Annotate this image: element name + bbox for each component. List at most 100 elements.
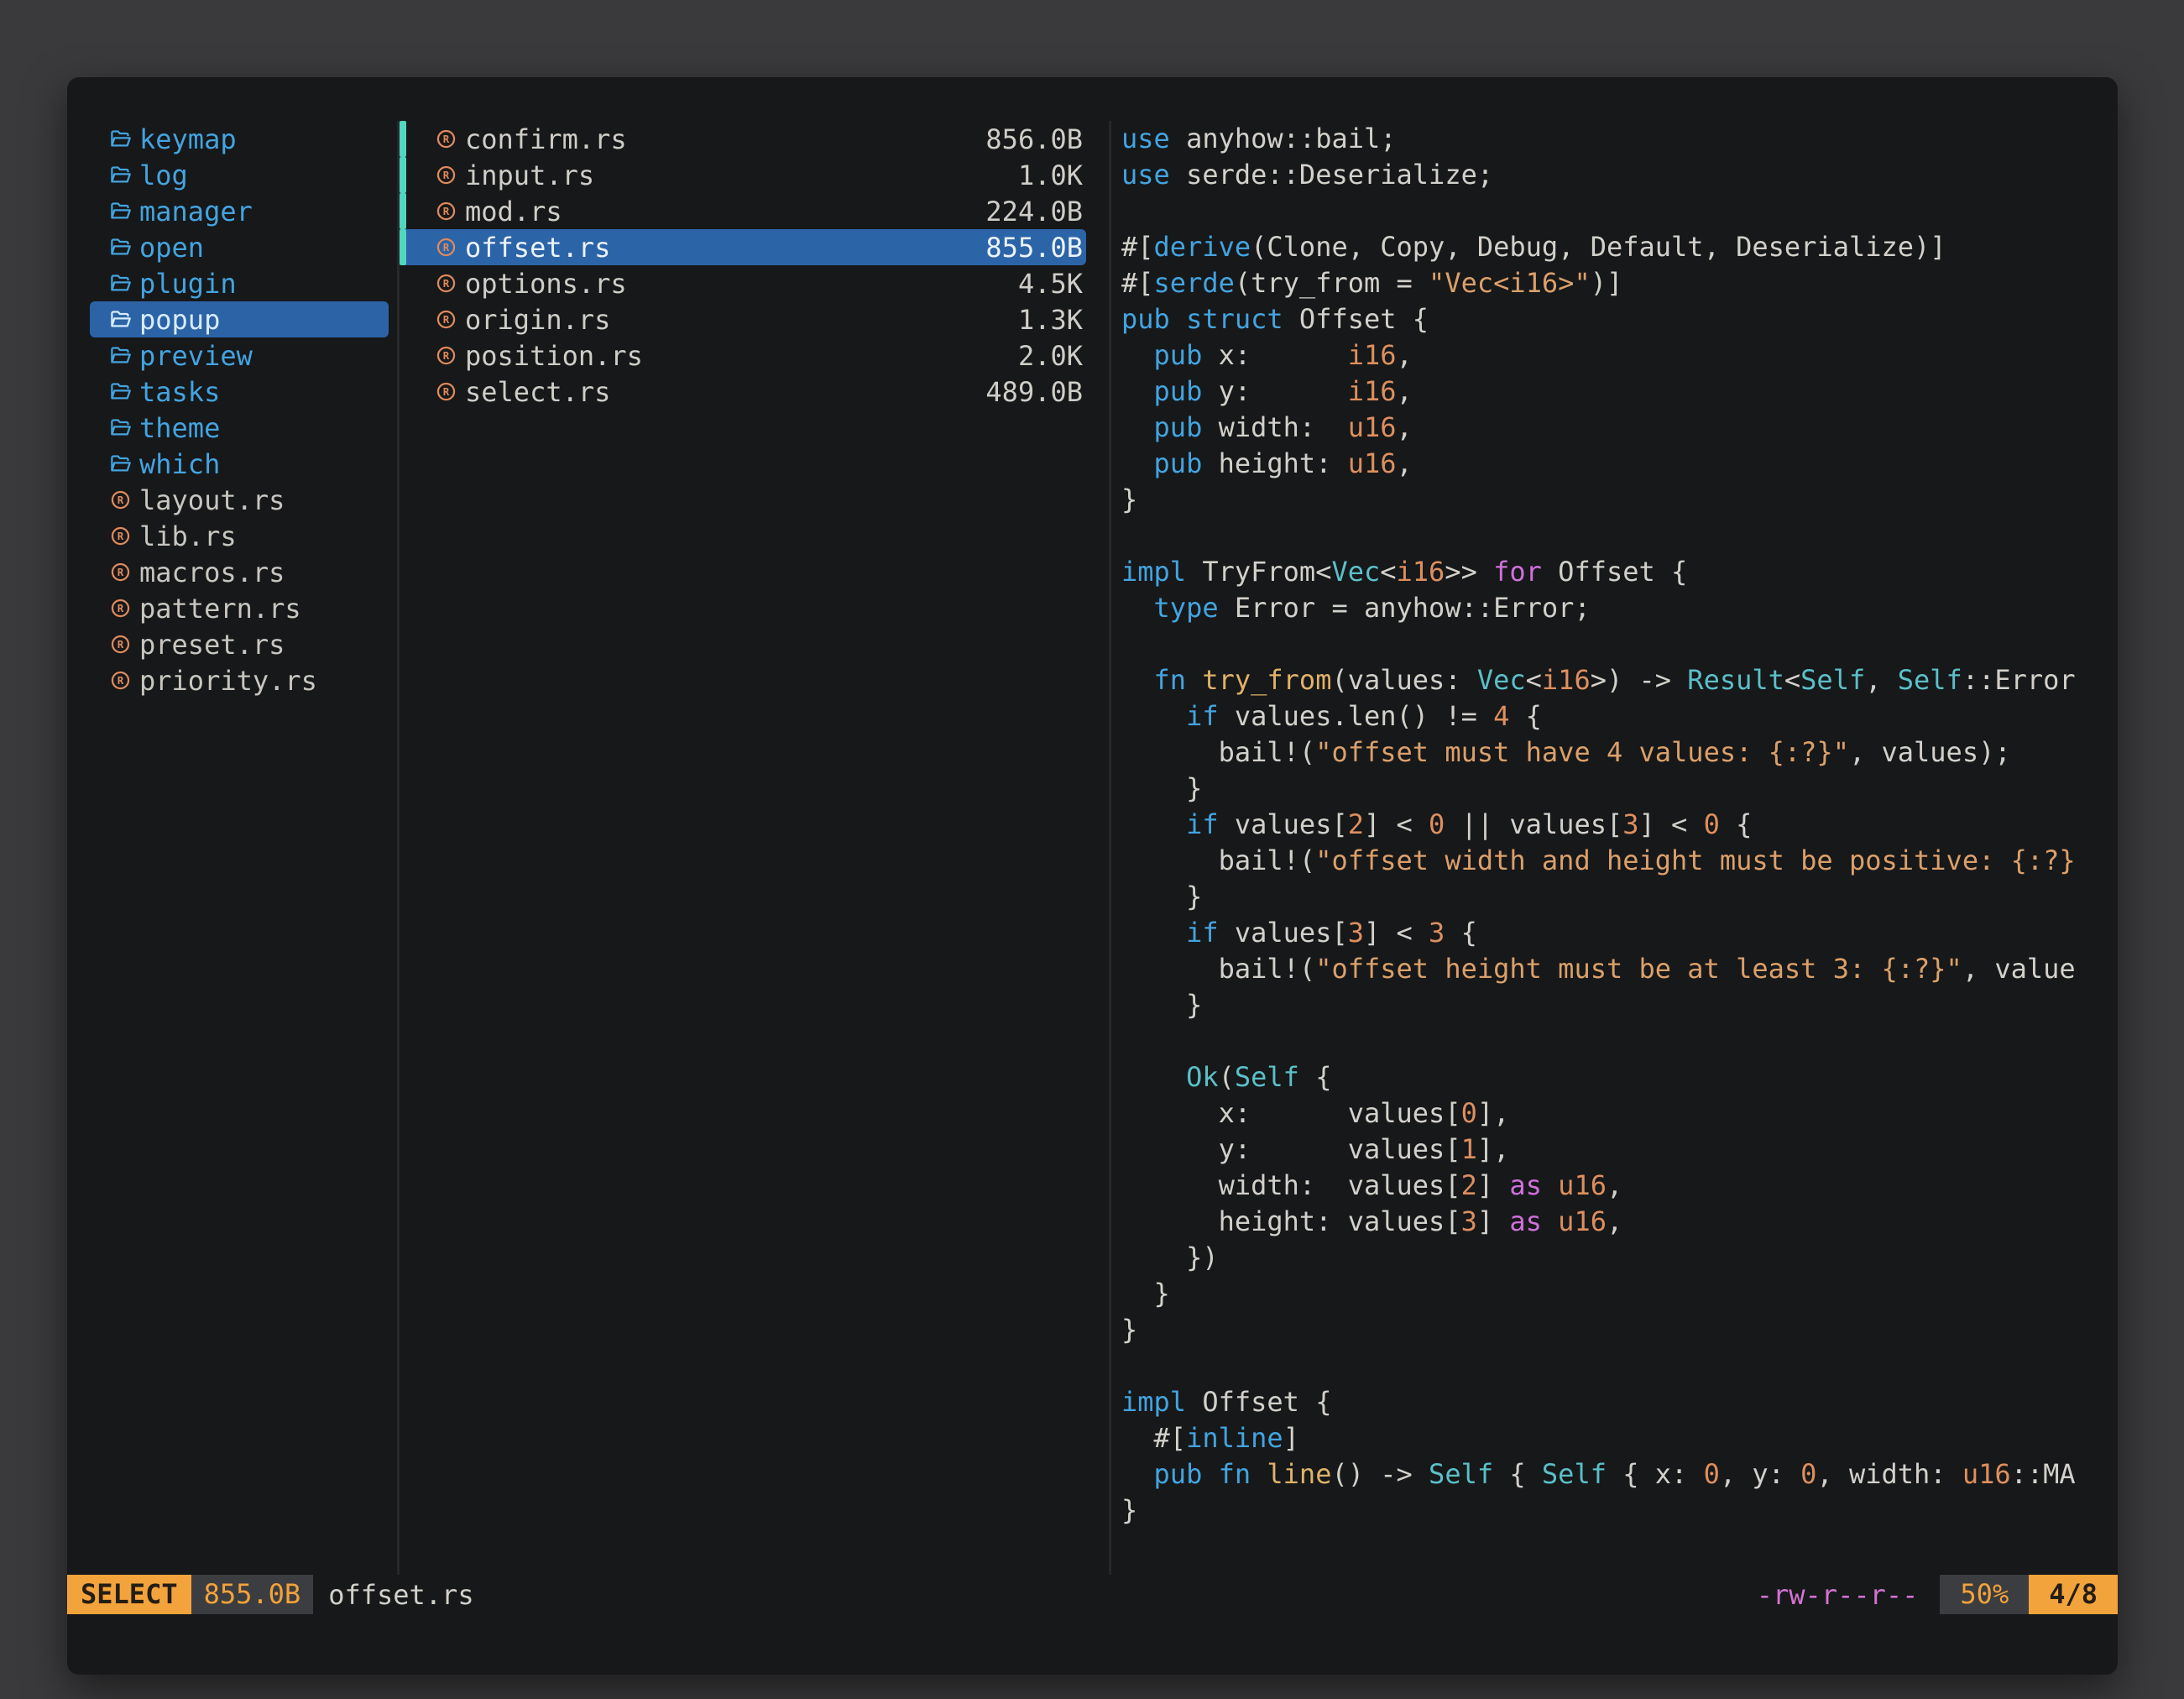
rust-file-icon: R — [435, 308, 457, 331]
selection-marker-bar — [400, 193, 406, 229]
file-name: offset.rs — [465, 232, 975, 264]
file-row-select-rs[interactable]: Rselect.rs489.0B — [402, 374, 1086, 410]
file-size: 224.0B — [985, 196, 1083, 227]
code-line: #[derive(Clone, Copy, Debug, Default, De… — [1121, 229, 2118, 265]
rust-file-icon: R — [435, 380, 457, 403]
code-line: pub struct Offset { — [1121, 301, 2118, 337]
folder-icon — [109, 128, 132, 150]
code-line: if values.len() != 4 { — [1121, 698, 2118, 734]
sidebar-item-label: pattern.rs — [139, 593, 301, 625]
current-directory-pane[interactable]: Rconfirm.rs856.0BRinput.rs1.0KRmod.rs224… — [397, 121, 1109, 1575]
rust-file-icon: R — [435, 128, 457, 150]
sidebar-item-label: keymap — [139, 123, 237, 155]
svg-text:R: R — [443, 386, 450, 398]
code-line: height: values[3] as u16, — [1121, 1204, 2118, 1240]
sidebar-item-popup[interactable]: popup — [90, 301, 389, 337]
sidebar-item-plugin[interactable]: plugin — [90, 265, 389, 301]
code-line: bail!("offset width and height must be p… — [1121, 843, 2118, 879]
code-line: } — [1121, 482, 2118, 518]
code-line: pub x: i16, — [1121, 337, 2118, 374]
sidebar-item-label: layout.rs — [139, 484, 285, 516]
svg-text:R: R — [118, 494, 124, 506]
selection-marker-bar — [400, 121, 406, 157]
sidebar-item-keymap[interactable]: keymap — [90, 121, 389, 157]
code-line: } — [1121, 771, 2118, 807]
sidebar-item-preview[interactable]: preview — [90, 337, 389, 374]
code-line: pub y: i16, — [1121, 374, 2118, 410]
svg-text:R: R — [443, 133, 450, 145]
code-line — [1121, 193, 2118, 229]
sidebar-item-preset-rs[interactable]: Rpreset.rs — [90, 626, 389, 662]
folder-icon — [109, 200, 132, 222]
sidebar-item-label: priority.rs — [139, 665, 317, 697]
sidebar-item-label: log — [139, 159, 188, 191]
svg-text:R: R — [443, 350, 450, 362]
code-line — [1121, 518, 2118, 554]
svg-text:R: R — [443, 278, 450, 290]
file-row-origin-rs[interactable]: Rorigin.rs 1.3K — [402, 301, 1086, 337]
code-line: if values[2] < 0 || values[3] < 0 { — [1121, 807, 2118, 843]
file-row-confirm-rs[interactable]: Rconfirm.rs856.0B — [402, 121, 1086, 157]
rust-file-icon: R — [109, 489, 132, 511]
sidebar-item-lib-rs[interactable]: Rlib.rs — [90, 518, 389, 554]
sidebar-item-tasks[interactable]: tasks — [90, 374, 389, 410]
code-line: } — [1121, 1493, 2118, 1529]
sidebar-item-manager[interactable]: manager — [90, 193, 389, 229]
sidebar-item-priority-rs[interactable]: Rpriority.rs — [90, 662, 389, 698]
code-line: x: values[0], — [1121, 1095, 2118, 1132]
sidebar-item-pattern-rs[interactable]: Rpattern.rs — [90, 590, 389, 626]
code-line: }) — [1121, 1240, 2118, 1276]
file-name: input.rs — [465, 159, 1008, 191]
code-line: pub width: u16, — [1121, 410, 2118, 446]
sidebar-item-label: open — [139, 232, 204, 264]
file-name: position.rs — [465, 340, 1008, 372]
file-row-options-rs[interactable]: Roptions.rs4.5K — [402, 265, 1086, 301]
file-size: 1.0K — [1018, 159, 1083, 191]
terminal-window: keymap logmanageropen plugin popup previewta… — [67, 77, 2118, 1675]
rust-file-icon: R — [109, 669, 132, 692]
file-size: 2.0K — [1018, 340, 1083, 372]
sidebar-item-which[interactable]: which — [90, 446, 389, 482]
file-list: Rconfirm.rs856.0BRinput.rs1.0KRmod.rs224… — [400, 121, 1109, 410]
permissions-text: -rw-r--r-- — [1757, 1579, 1919, 1611]
code-line: width: values[2] as u16, — [1121, 1168, 2118, 1204]
scroll-percent-badge: 50% — [1940, 1575, 2029, 1614]
file-row-input-rs[interactable]: Rinput.rs1.0K — [402, 157, 1086, 193]
code-line: if values[3] < 3 { — [1121, 915, 2118, 951]
file-name: origin.rs — [465, 304, 1008, 336]
code-line: } — [1121, 987, 2118, 1023]
file-row-mod-rs[interactable]: Rmod.rs224.0B — [402, 193, 1086, 229]
file-name: confirm.rs — [465, 123, 975, 155]
code-line: pub fn line() -> Self { Self { x: 0, y: … — [1121, 1456, 2118, 1493]
sidebar-item-label: preview — [139, 340, 253, 372]
sidebar-item-label: which — [139, 448, 220, 480]
sidebar-item-label: lib.rs — [139, 520, 237, 552]
sidebar-item-theme[interactable]: theme — [90, 410, 389, 446]
sidebar-item-layout-rs[interactable]: Rlayout.rs — [90, 482, 389, 518]
svg-text:R: R — [118, 603, 124, 614]
sidebar-item-open[interactable]: open — [90, 229, 389, 265]
code-lines: use anyhow::bail;use serde::Deserialize;… — [1111, 121, 2118, 1529]
sidebar-item-macros-rs[interactable]: Rmacros.rs — [90, 554, 389, 590]
rust-file-icon: R — [435, 344, 457, 367]
rust-file-icon: R — [109, 597, 132, 619]
code-line: impl Offset { — [1121, 1384, 2118, 1420]
code-line — [1121, 626, 2118, 662]
rust-file-icon: R — [435, 200, 457, 222]
parent-directory-pane[interactable]: keymap logmanageropen plugin popup previewta… — [67, 121, 397, 1575]
file-size: 1.3K — [1018, 304, 1083, 336]
folder-icon — [109, 416, 132, 439]
code-line: impl TryFrom<Vec<i16>> for Offset { — [1121, 554, 2118, 590]
rust-file-icon: R — [435, 272, 457, 295]
rust-file-icon: R — [109, 525, 132, 547]
sidebar-item-label: popup — [139, 304, 220, 336]
file-row-position-rs[interactable]: Rposition.rs 2.0K — [402, 337, 1086, 374]
svg-text:R: R — [118, 567, 124, 578]
code-line: } — [1121, 1276, 2118, 1312]
sidebar-item-label: macros.rs — [139, 557, 285, 588]
preview-pane[interactable]: use anyhow::bail;use serde::Deserialize;… — [1109, 121, 2118, 1575]
file-row-offset-rs[interactable]: Roffset.rs855.0B — [402, 229, 1086, 265]
sidebar-item-label: plugin — [139, 268, 237, 300]
code-line: use serde::Deserialize; — [1121, 157, 2118, 193]
sidebar-item-log[interactable]: log — [90, 157, 389, 193]
